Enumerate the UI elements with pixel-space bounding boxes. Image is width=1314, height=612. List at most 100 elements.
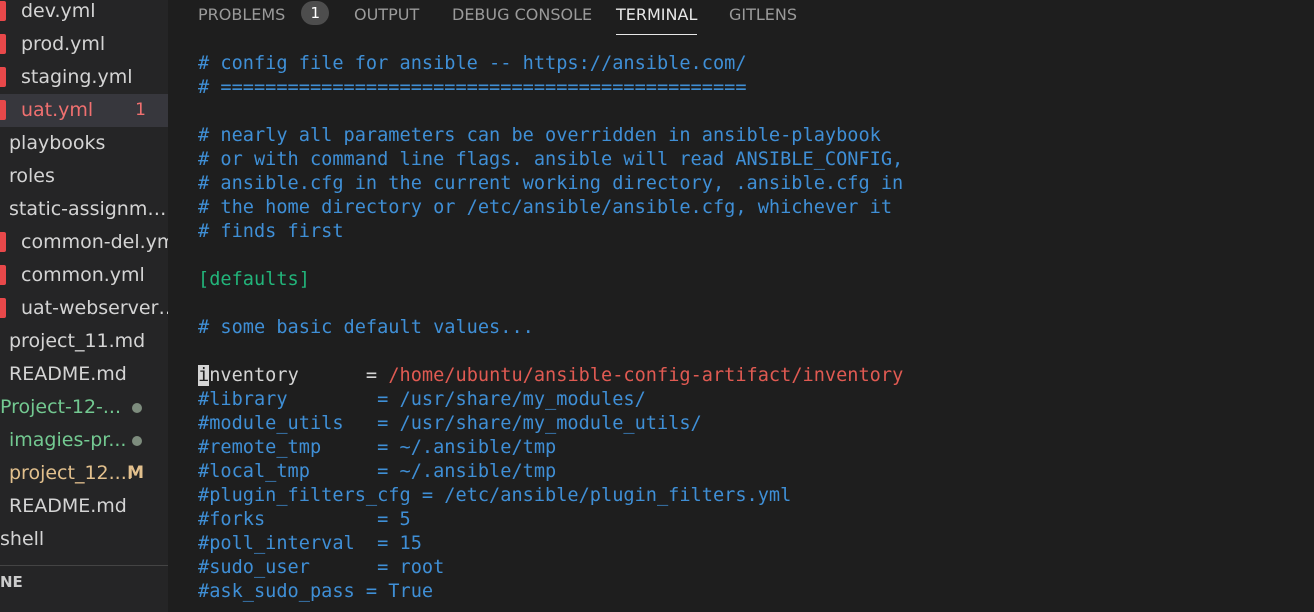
yaml-file-icon: [0, 265, 6, 285]
sidebar-item-shell[interactable]: shell: [0, 523, 168, 556]
terminal-line: [defaults]: [198, 268, 310, 292]
sidebar-section-header[interactable]: NE: [0, 570, 23, 594]
sidebar-item-label: Project-12-...: [0, 396, 122, 418]
sidebar-item-label: dev.yml: [21, 0, 96, 22]
sidebar-item-label: staging.yml: [21, 66, 133, 88]
config-comment: # ansible.cfg in the current working dir…: [198, 173, 904, 194]
config-value: /home/ubuntu/ansible-config-artifact/inv…: [388, 365, 904, 386]
sidebar-item-label: README.md: [9, 363, 127, 385]
panel-tab-bar: PROBLEMS 1 OUTPUT DEBUG CONSOLE TERMINAL GITL…: [168, 0, 1314, 36]
tab-label: OUTPUT: [354, 5, 420, 24]
sidebar-item-label: roles: [9, 165, 55, 187]
terminal-line: # config file for ansible -- https://ans…: [198, 52, 747, 76]
terminal-line: #forks = 5: [198, 508, 411, 532]
terminal-line: #plugin_filters_cfg = /etc/ansible/plugi…: [198, 484, 791, 508]
sidebar-item-common-yml[interactable]: common.yml: [0, 259, 168, 292]
config-comment: # nearly all parameters can be overridde…: [198, 125, 881, 146]
terminal-line: #library = /usr/share/my_modules/: [198, 388, 646, 412]
terminal-line: #ask_sudo_pass = True: [198, 580, 433, 604]
yaml-file-icon: [0, 232, 6, 252]
config-comment: #poll_interval = 15: [198, 533, 422, 554]
tab-label: DEBUG CONSOLE: [452, 5, 593, 24]
terminal-line: inventory = /home/ubuntu/ansible-config-…: [198, 364, 903, 388]
sidebar-item-static-assignmen[interactable]: static-assignmen...: [0, 193, 168, 226]
terminal-line: # ansible.cfg in the current working dir…: [198, 172, 903, 196]
tab-terminal[interactable]: TERMINAL: [616, 0, 698, 35]
terminal-line: # or with command line flags. ansible wi…: [198, 148, 903, 172]
terminal-line: #remote_tmp = ~/.ansible/tmp: [198, 436, 556, 460]
config-comment: #plugin_filters_cfg = /etc/ansible/plugi…: [198, 485, 792, 506]
sidebar-item-label: static-assignmen...: [9, 198, 168, 220]
terminal-line: #module_utils = /usr/share/my_module_uti…: [198, 412, 702, 436]
sidebar-item-label: imagies-pr...: [9, 429, 127, 451]
sidebar-item-label: project_12....: [9, 462, 133, 484]
sidebar-item-uat-yml[interactable]: uat.yml 1: [0, 94, 168, 127]
terminal-line: #poll_interval = 15: [198, 532, 422, 556]
sidebar-item-uat-webservers[interactable]: uat-webservers....: [0, 292, 168, 325]
sidebar-item-label: uat.yml: [21, 99, 94, 121]
terminal-line: # ======================================…: [198, 76, 747, 100]
problem-count-badge: 1: [135, 100, 146, 120]
sidebar-item-label: prod.yml: [21, 33, 106, 55]
yaml-file-icon: [0, 100, 6, 120]
config-comment: # or with command line flags. ansible wi…: [198, 149, 904, 170]
config-comment: #module_utils = /usr/share/my_module_uti…: [198, 413, 702, 434]
terminal-line: # nearly all parameters can be overridde…: [198, 124, 881, 148]
sidebar-item-label: common-del.yml: [21, 231, 168, 253]
config-comment: # some basic default values...: [198, 317, 534, 338]
problems-count-badge: 1: [301, 1, 330, 25]
config-comment: #remote_tmp = ~/.ansible/tmp: [198, 437, 557, 458]
text-cursor: i: [198, 365, 210, 386]
terminal-line: #sudo_user = root: [198, 556, 444, 580]
terminal-line: # the home directory or /etc/ansible/ans…: [198, 196, 892, 220]
sidebar-item-label: project_11.md: [9, 330, 146, 352]
terminal-view[interactable]: # config file for ansible -- https://ans…: [198, 52, 1298, 612]
sidebar-item-project-11-md[interactable]: project_11.md: [0, 325, 168, 358]
yaml-file-icon: [0, 67, 6, 87]
sidebar-item-readme-md[interactable]: README.md: [0, 490, 168, 523]
sidebar-item-playbooks[interactable]: playbooks: [0, 127, 168, 160]
yaml-file-icon: [0, 1, 6, 21]
config-comment: #library = /usr/share/my_modules/: [198, 389, 646, 410]
tab-debug-console[interactable]: DEBUG CONSOLE: [452, 0, 592, 34]
git-untracked-dot-icon: [132, 436, 142, 446]
terminal-line: # finds first: [198, 220, 344, 244]
sidebar-item-prod-yml[interactable]: prod.yml: [0, 28, 168, 61]
sidebar-item-dev-yml[interactable]: dev.yml: [0, 0, 168, 28]
config-comment: #local_tmp = ~/.ansible/tmp: [198, 461, 557, 482]
config-comment: #forks = 5: [198, 509, 411, 530]
sidebar-item-staging-yml[interactable]: staging.yml: [0, 61, 168, 94]
git-untracked-dot-icon: [132, 403, 142, 413]
yaml-file-icon: [0, 34, 6, 54]
git-modified-badge: M: [127, 463, 144, 483]
config-section-header: [defaults]: [198, 269, 310, 290]
sidebar-divider: [0, 565, 168, 566]
config-comment: #ask_sudo_pass = True: [198, 581, 434, 602]
tab-label: GITLENS: [729, 5, 798, 24]
sidebar-item-label: common.yml: [21, 264, 145, 286]
sidebar-item-label: playbooks: [9, 132, 106, 154]
sidebar-item-label: uat-webservers....: [21, 297, 168, 319]
explorer-sidebar: dev.yml prod.yml staging.yml uat.yml 1 playbo…: [0, 0, 168, 612]
sidebar-item-imagies-pr[interactable]: imagies-pr...: [0, 424, 168, 457]
tab-label: PROBLEMS: [198, 5, 286, 24]
config-comment: # config file for ansible -- https://ans…: [198, 53, 747, 74]
sidebar-item-project-12[interactable]: Project-12-...: [0, 391, 168, 424]
sidebar-item-label: shell: [0, 528, 45, 550]
tab-gitlens[interactable]: GITLENS: [729, 0, 797, 34]
config-comment: # ======================================…: [198, 77, 747, 98]
sidebar-item-label: README.md: [9, 495, 127, 517]
config-comment: #sudo_user = root: [198, 557, 445, 578]
tab-problems[interactable]: PROBLEMS 1: [198, 0, 330, 34]
terminal-line: # some basic default values...: [198, 316, 534, 340]
config-comment: # the home directory or /etc/ansible/ans…: [198, 197, 893, 218]
yaml-file-icon: [0, 298, 6, 318]
sidebar-item-project-12[interactable]: project_12.... M: [0, 457, 168, 490]
terminal-line: #local_tmp = ~/.ansible/tmp: [198, 460, 556, 484]
config-key: nventory =: [209, 365, 389, 386]
sidebar-item-readme-md[interactable]: README.md: [0, 358, 168, 391]
tab-output[interactable]: OUTPUT: [354, 0, 419, 34]
sidebar-item-roles[interactable]: roles: [0, 160, 168, 193]
sidebar-item-common-del-yml[interactable]: common-del.yml: [0, 226, 168, 259]
vscode-window: dev.yml prod.yml staging.yml uat.yml 1 playbo…: [0, 0, 1314, 612]
